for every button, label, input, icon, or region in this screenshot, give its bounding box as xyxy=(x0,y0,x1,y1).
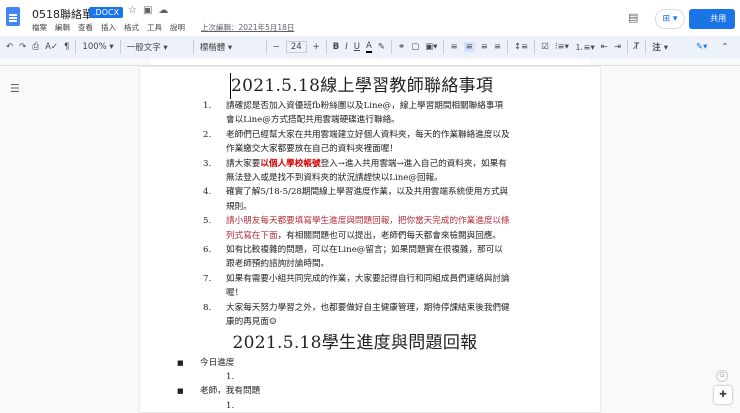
heading-2: 2021.5.18學生進度與問題回報 xyxy=(200,330,510,356)
increase-size-button[interactable]: + xyxy=(313,42,320,52)
italic-icon[interactable]: I xyxy=(345,42,348,52)
last-edit-link[interactable]: 上次編輯：2021年5月18日 xyxy=(201,22,294,33)
font-select[interactable]: 標楷體 ▾ xyxy=(200,41,260,53)
add-comment-icon[interactable]: ▢ xyxy=(411,42,419,52)
align-left-icon[interactable]: ≡ xyxy=(450,42,457,52)
list-item: 3.請大家要以個人學校帳號登入→進入共用雲端→進入自己的資料夾，如果有無法登入或… xyxy=(200,157,510,186)
title-bar: 0518聯絡單 .DOCX ☆▣☁ 檔案 編輯 查看 插入 格式 工具 說明 上… xyxy=(0,0,740,36)
star-icon[interactable]: ☆ xyxy=(128,5,143,16)
document-outline-icon[interactable]: ☰ xyxy=(10,82,20,95)
bullet-icon: ■ xyxy=(174,384,200,398)
list-item: 2.老師們已經幫大家在共用雲端建立好個人資料夾，每天的作業聯絡進度以及作業繳交大… xyxy=(200,128,510,157)
menu-help[interactable]: 說明 xyxy=(170,22,185,33)
align-right-icon[interactable]: ≡ xyxy=(481,42,488,52)
line-spacing-icon[interactable]: ↕≡ xyxy=(514,42,528,52)
heading-1: 2021.5.18線上學習教師聯絡事項 xyxy=(230,73,493,99)
insert-image-icon[interactable]: ▣▾ xyxy=(425,42,437,52)
list-item: 8.大家每天努力學習之外，也都要做好自主健康管理，期待停課結束後我們健康的再見面… xyxy=(200,301,510,330)
docs-logo-icon[interactable] xyxy=(6,7,20,26)
increase-indent-icon[interactable]: ⇥ xyxy=(614,42,621,52)
input-mode-button[interactable]: 注 ▾ xyxy=(652,41,668,53)
assistant-icon[interactable]: G xyxy=(716,370,728,382)
docx-badge: .DOCX xyxy=(89,7,123,18)
underline-icon[interactable]: U xyxy=(354,42,360,52)
link-icon[interactable]: ⚭ xyxy=(398,42,405,52)
share-button[interactable]: 👤 共用 xyxy=(689,9,735,29)
share-label: 共用 xyxy=(710,14,726,23)
document-title[interactable]: 0518聯絡單 xyxy=(32,6,93,22)
editing-mode-icon[interactable]: ✎▾ xyxy=(696,42,707,52)
undo-icon[interactable]: ↶ xyxy=(6,42,13,52)
menu-tools[interactable]: 工具 xyxy=(147,22,162,33)
numbered-list-icon[interactable]: ⒈≡▾ xyxy=(575,41,595,53)
list-item: ■今日進度 xyxy=(174,356,510,370)
menu-view[interactable]: 查看 xyxy=(78,22,93,33)
cloud-status-icon[interactable]: ☁ xyxy=(158,5,174,16)
paint-format-icon[interactable]: ¶ xyxy=(64,42,69,52)
style-select[interactable]: 一般文字 ▾ xyxy=(127,41,187,53)
clear-formatting-icon[interactable]: T̸ xyxy=(634,42,639,52)
formatting-toolbar: ↶ ↷ ⎙ A✓ ¶ 100% ▾ 一般文字 ▾ 標楷體 ▾ − 24 + B … xyxy=(0,36,740,58)
highlight-icon[interactable]: ✎ xyxy=(378,42,385,52)
menu-insert[interactable]: 插入 xyxy=(101,22,116,33)
notice-list: 1.請確認是否加入資優班fb粉絲團以及Line@，線上學習期間相關聯絡事項會以L… xyxy=(200,99,510,330)
collapse-menu-icon[interactable]: ⌃ xyxy=(721,42,728,52)
explore-icon[interactable]: ✚ xyxy=(714,386,732,404)
menu-edit[interactable]: 編輯 xyxy=(55,22,70,33)
decrease-indent-icon[interactable]: ⇤ xyxy=(601,42,608,52)
move-folder-icon[interactable]: ▣ xyxy=(143,5,158,16)
bulleted-list-icon[interactable]: ⁝≡▾ xyxy=(555,42,569,52)
present-button[interactable]: ⊞ ▾ xyxy=(655,9,685,29)
menu-file[interactable]: 檔案 xyxy=(32,22,47,33)
bullet-icon: ■ xyxy=(174,356,200,370)
text-color-icon[interactable]: A xyxy=(366,41,372,53)
list-item: 1.請確認是否加入資優班fb粉絲團以及Line@，線上學習期間相關聯絡事項會以L… xyxy=(200,99,510,128)
menu-format[interactable]: 格式 xyxy=(124,22,139,33)
spellcheck-icon[interactable]: A✓ xyxy=(45,42,58,52)
checklist-icon[interactable]: ☑ xyxy=(541,42,549,52)
document-body[interactable]: 2021.5.18線上學習教師聯絡事項 1.請確認是否加入資優班fb粉絲團以及L… xyxy=(200,73,510,413)
list-item: 6.如有比較複雜的問題，可以在Line@留言；如果問題實在很複雜，那可以跟老師預… xyxy=(200,243,510,272)
align-center-icon[interactable]: ≡ xyxy=(464,42,475,52)
list-item: 4.確實了解5/18-5/28期間線上學習進度作業，以及共用雲端系統使用方式與規… xyxy=(200,185,510,214)
print-icon[interactable]: ⎙ xyxy=(32,42,39,52)
bold-icon[interactable]: B xyxy=(333,42,339,52)
list-item: ■老師，我有問題 xyxy=(174,384,510,398)
decrease-size-button[interactable]: − xyxy=(273,42,280,52)
person-icon: 👤 xyxy=(698,14,708,23)
list-item: 7.如果有需要小組共同完成的作業，大家要記得自行和同組成員們連絡與討論喔！ xyxy=(200,272,510,301)
ruler[interactable] xyxy=(0,58,740,66)
list-item: 5.請小朋友每天都要填寫學生進度與問題回報，把你當天完成的作業進度以條列式寫在下… xyxy=(200,214,510,243)
redo-icon[interactable]: ↷ xyxy=(19,42,26,52)
font-size-input[interactable]: 24 xyxy=(286,41,307,53)
justify-icon[interactable]: ≡ xyxy=(494,42,501,52)
menu-bar: 檔案 編輯 查看 插入 格式 工具 說明 上次編輯：2021年5月18日 xyxy=(32,22,294,33)
sub-item: 1. xyxy=(200,370,510,384)
comment-history-icon[interactable]: ▤ xyxy=(628,11,638,24)
zoom-select[interactable]: 100% ▾ xyxy=(82,42,113,52)
report-list: ■今日進度 1. ■老師，我有問題 1. xyxy=(200,356,510,413)
